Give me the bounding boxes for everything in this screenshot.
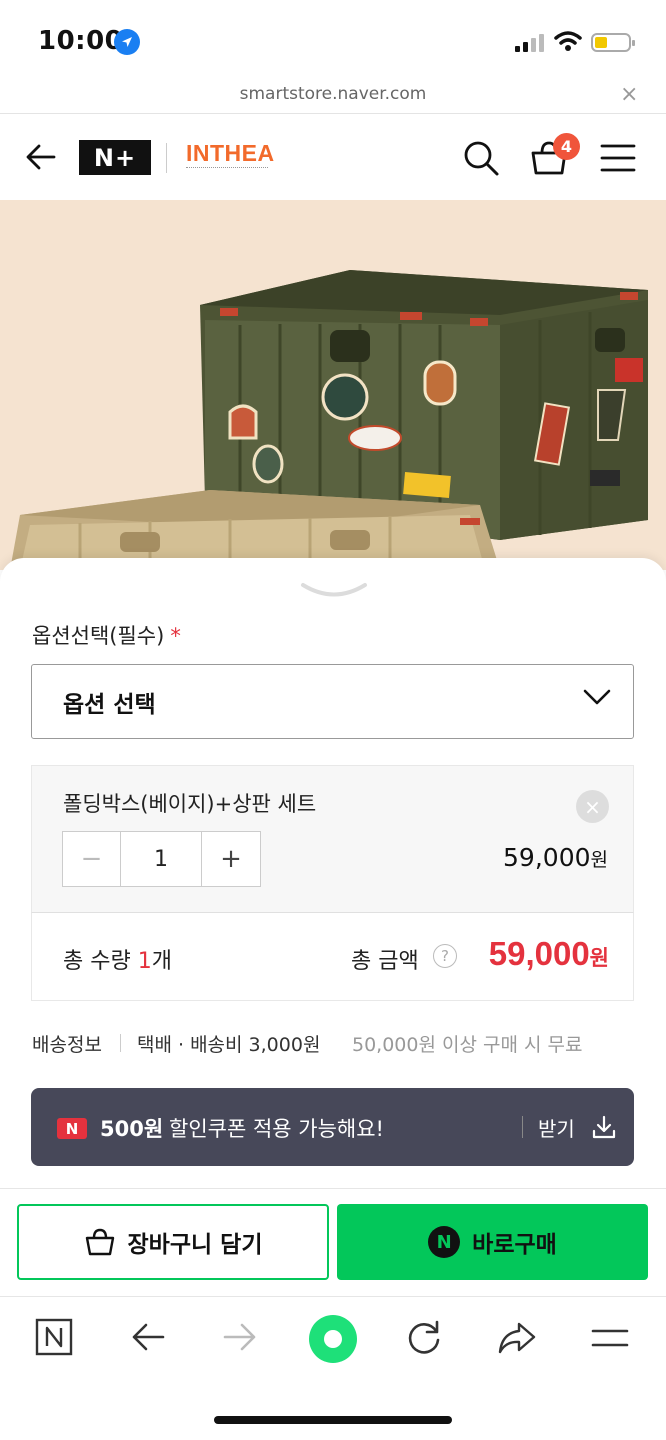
shipping-free-condition: 50,000원 이상 구매 시 무료 — [352, 1034, 583, 1056]
shipping-fee: 택배 · 배송비 3,000원 — [137, 1034, 321, 1056]
battery-icon — [591, 33, 635, 52]
browser-forward-icon[interactable] — [222, 1318, 258, 1360]
logo-divider — [166, 143, 167, 173]
browser-back-icon[interactable] — [130, 1318, 166, 1360]
buy-now-button[interactable]: N 바로구매 — [337, 1204, 648, 1280]
coupon-text: 할인쿠폰 적용 가능해요! — [169, 1117, 384, 1141]
product-image[interactable] — [0, 200, 666, 570]
home-indicator[interactable] — [214, 1416, 452, 1424]
shipping-label: 배송정보 — [32, 1034, 102, 1056]
location-icon — [114, 29, 140, 55]
green-dot-icon[interactable] — [307, 1313, 359, 1369]
add-to-cart-label: 장바구니 담기 — [127, 1232, 263, 1258]
increase-quantity-button[interactable]: + — [202, 832, 260, 886]
buy-now-label: 바로구매 — [472, 1232, 557, 1258]
brand-logo[interactable]: INTHEA — [186, 140, 275, 167]
wifi-icon — [554, 30, 582, 56]
option-select-value: 옵션 선택 — [63, 692, 156, 718]
menu-icon[interactable] — [600, 143, 636, 177]
coupon-get-button[interactable]: 받기 — [538, 1113, 575, 1142]
divider — [0, 113, 666, 114]
shipping-divider — [120, 1034, 121, 1052]
cart-count-badge: 4 — [553, 133, 580, 160]
naver-n-badge: N — [57, 1118, 87, 1139]
required-mark: * — [170, 624, 181, 648]
coupon-divider — [522, 1116, 523, 1138]
back-arrow-icon[interactable] — [24, 140, 58, 178]
share-icon[interactable] — [497, 1318, 537, 1360]
coupon-amount: 500원 — [100, 1117, 164, 1141]
brand-tagline — [186, 167, 268, 170]
browser-menu-icon[interactable] — [591, 1328, 629, 1352]
sheet-collapse-chevron-icon[interactable] — [300, 580, 368, 606]
quantity-stepper: − 1 + — [62, 831, 261, 887]
shopping-bag-icon — [85, 1228, 114, 1256]
help-icon[interactable]: ? — [433, 944, 457, 968]
selected-item-name: 폴딩박스(베이지)+상판 세트 — [63, 792, 317, 816]
remove-item-button[interactable]: × — [576, 790, 609, 823]
chevron-down-icon — [583, 688, 611, 710]
divider — [0, 1188, 666, 1189]
total-price: 59,000원 — [488, 935, 609, 972]
total-amount-label: 총 금액 — [351, 949, 419, 974]
nplus-logo[interactable]: N+ — [79, 140, 151, 175]
quantity-input[interactable]: 1 — [121, 832, 202, 886]
refresh-icon[interactable] — [405, 1318, 443, 1360]
search-icon[interactable] — [462, 139, 500, 181]
total-quantity: 총 수량 1개 — [63, 949, 172, 974]
close-icon[interactable]: × — [620, 82, 638, 107]
option-label: 옵션선택(필수) * — [32, 624, 181, 648]
selected-item-price: 59,000원 — [503, 843, 608, 872]
decrease-quantity-button[interactable]: − — [63, 832, 121, 886]
naver-n-icon: N — [428, 1226, 461, 1258]
cellular-signal-icon — [515, 34, 544, 52]
naver-home-icon[interactable] — [35, 1318, 73, 1360]
add-to-cart-button[interactable]: 장바구니 담기 — [17, 1204, 329, 1280]
url-text[interactable]: smartstore.naver.com — [0, 84, 666, 104]
download-icon[interactable] — [591, 1114, 617, 1144]
status-time: 10:00 — [38, 26, 124, 56]
divider — [0, 1296, 666, 1297]
